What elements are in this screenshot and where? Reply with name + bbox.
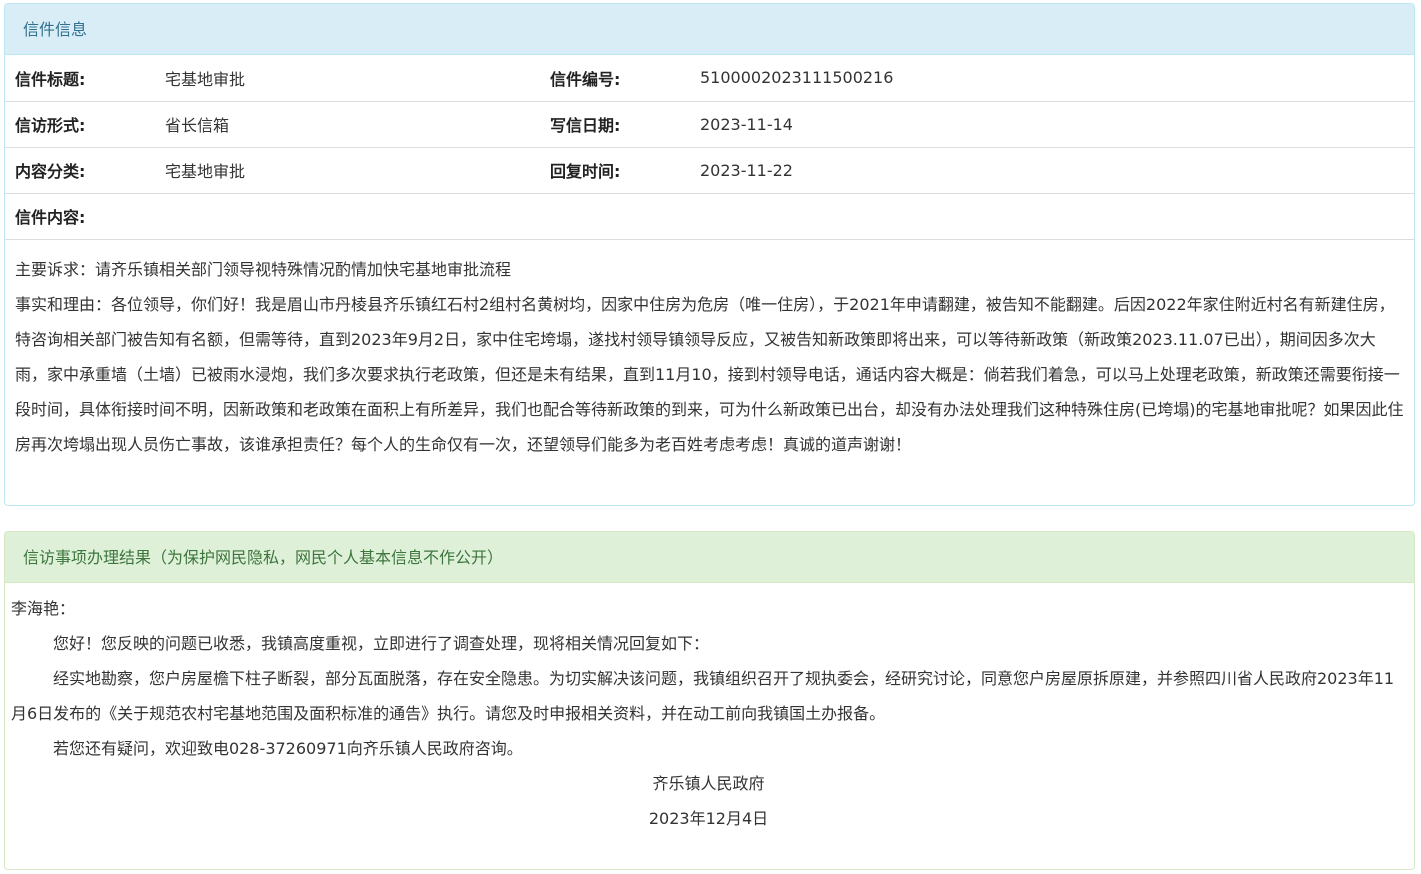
letter-info-panel: 信件信息 信件标题: 宅基地审批 信件编号: 51000020231115002… (4, 3, 1415, 506)
letter-title-value: 宅基地审批 (155, 55, 540, 102)
letter-title-label: 信件标题: (5, 55, 155, 102)
reply-time-value: 2023-11-22 (690, 147, 1414, 194)
write-date-value: 2023-11-14 (690, 101, 1414, 148)
main-request: 主要诉求：请齐乐镇相关部门领导视特殊情况酌情加快宅基地审批流程 (15, 259, 512, 279)
petition-form-label: 信访形式: (5, 101, 155, 148)
table-row: 信件内容: (5, 193, 1414, 240)
content-category-value: 宅基地审批 (155, 147, 540, 194)
reply-paragraph: 您好！您反映的问题已收悉，我镇高度重视，立即进行了调查处理，现将相关情况回复如下… (53, 634, 710, 653)
table-row: 内容分类: 宅基地审批 回复时间: 2023-11-22 (5, 147, 1414, 194)
letter-info-heading: 信件信息 (5, 4, 1414, 55)
reply-time-label: 回复时间: (540, 147, 690, 194)
letter-content: 主要诉求：请齐乐镇相关部门领导视特殊情况酌情加快宅基地审批流程 事实和理由：各位… (5, 240, 1414, 462)
letter-number-label: 信件编号: (540, 55, 690, 102)
result-heading: 信访事项办理结果（为保护网民隐私，网民个人基本信息不作公开） (5, 532, 1414, 583)
result-panel: 信访事项办理结果（为保护网民隐私，网民个人基本信息不作公开） 李海艳： 您好！您… (4, 531, 1415, 870)
letter-info-table: 信件标题: 宅基地审批 信件编号: 5100002023111500216 信访… (5, 55, 1414, 240)
table-row: 信件标题: 宅基地审批 信件编号: 5100002023111500216 (5, 55, 1414, 102)
reply-date: 2023年12月4日 (648, 809, 769, 828)
table-row: 信访形式: 省长信箱 写信日期: 2023-11-14 (5, 101, 1414, 148)
content-category-label: 内容分类: (5, 147, 155, 194)
letter-number-value: 5100002023111500216 (690, 55, 1414, 102)
reply-salutation: 李海艳： (11, 599, 76, 618)
letter-content-label: 信件内容: (5, 193, 1414, 240)
facts-and-reasons: 事实和理由：各位领导，你们好！我是眉山市丹棱县齐乐镇红石村2组村名黄树均，因家中… (15, 294, 1404, 454)
petition-form-value: 省长信箱 (155, 101, 540, 148)
reply-paragraph: 经实地勘察，您户房屋檐下柱子断裂，部分瓦面脱落，存在安全隐患。为切实解决该问题，… (11, 669, 1395, 723)
reply-body: 李海艳： 您好！您反映的问题已收悉，我镇高度重视，立即进行了调查处理，现将相关情… (5, 583, 1414, 836)
write-date-label: 写信日期: (540, 101, 690, 148)
reply-signature: 齐乐镇人民政府 (652, 774, 765, 793)
reply-paragraph: 若您还有疑问，欢迎致电028-37260971向齐乐镇人民政府咨询。 (53, 739, 523, 758)
